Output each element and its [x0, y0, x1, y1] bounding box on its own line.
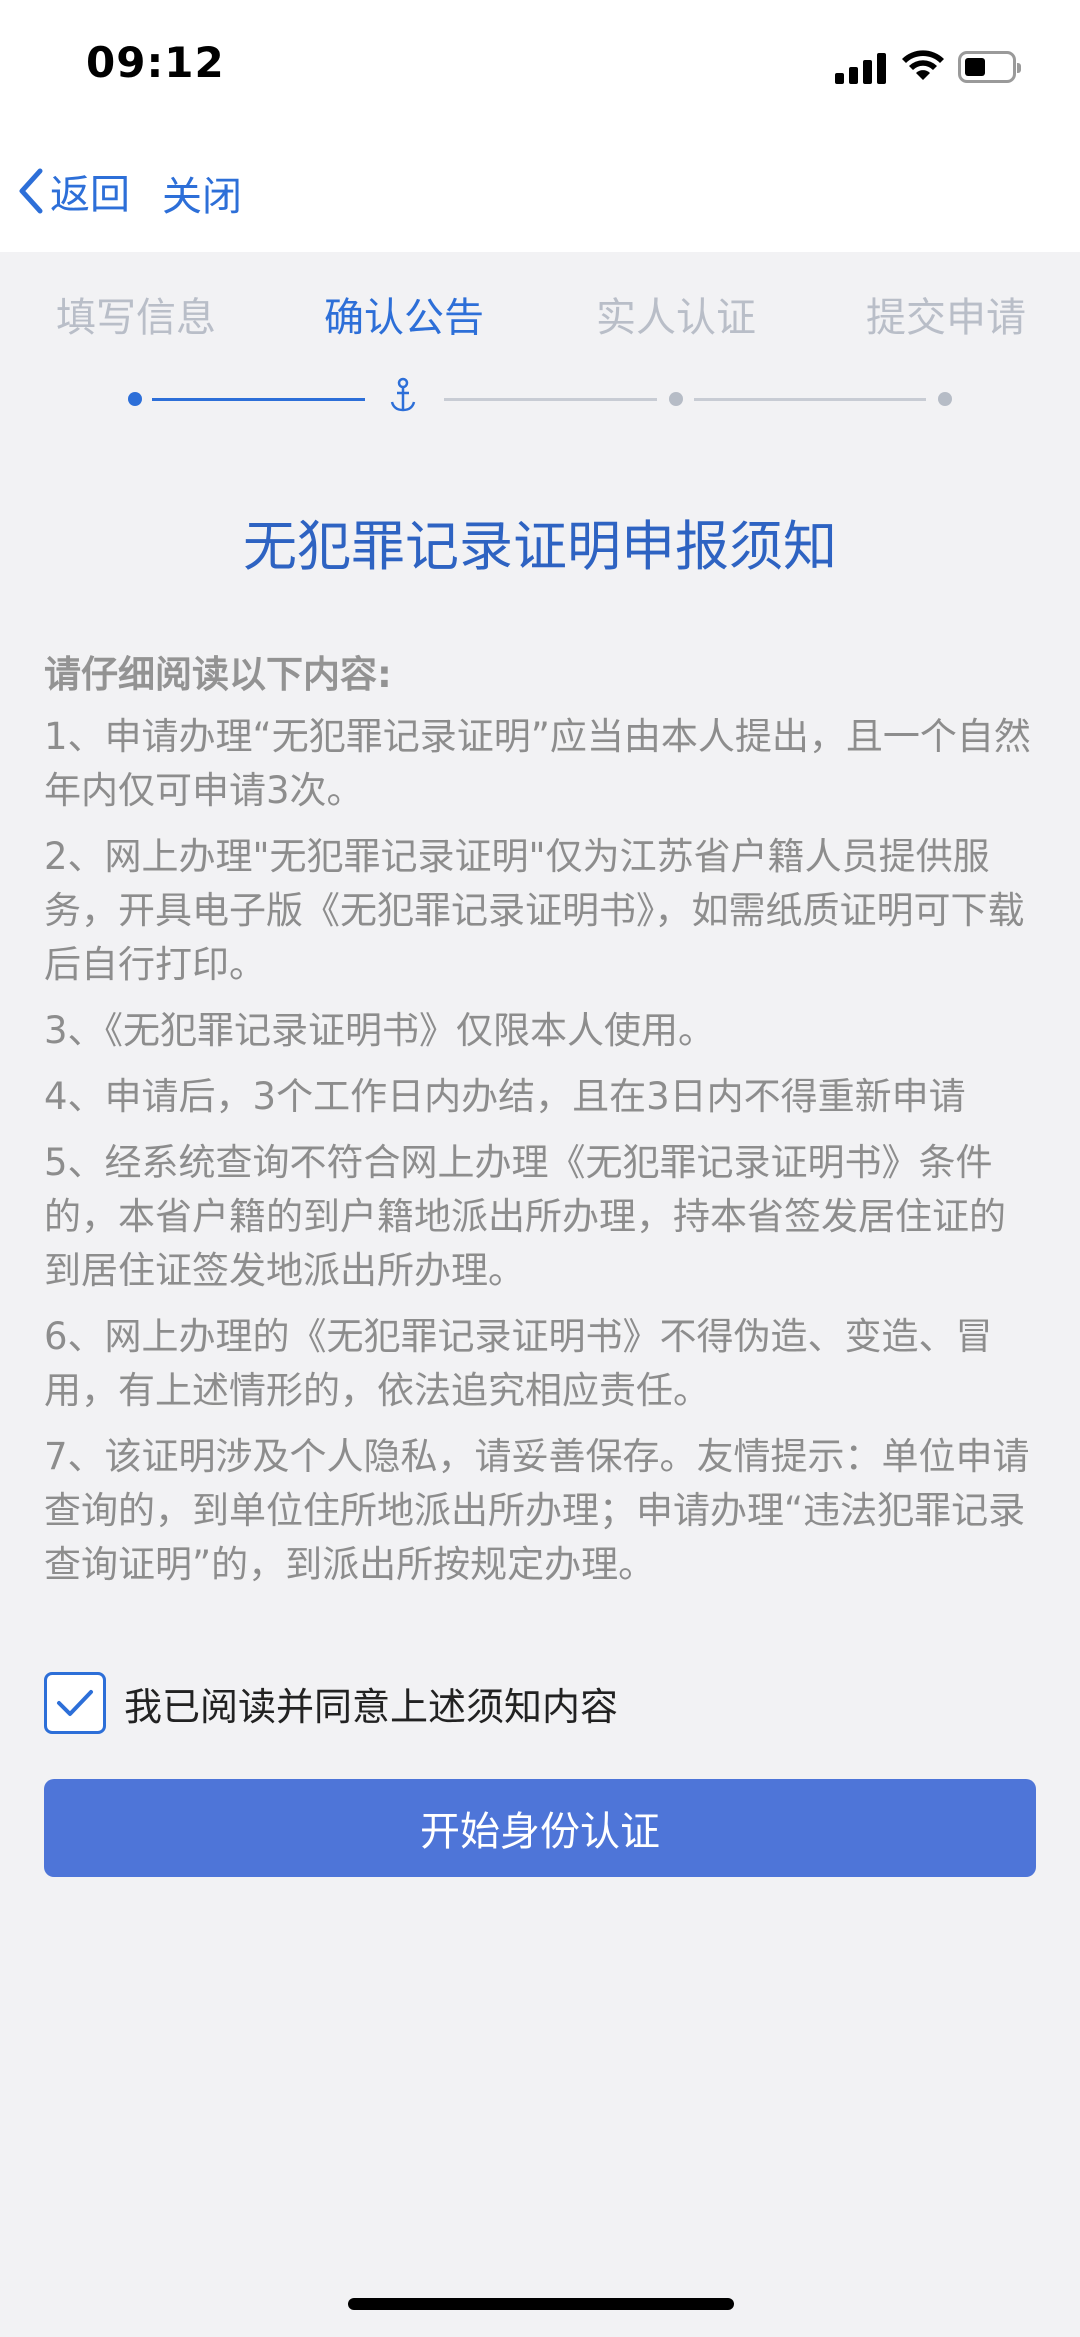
notice-item: 6、网上办理的《无犯罪记录证明书》不得伪造、变造、冒用，有上述情形的，依法追究相…: [44, 1315, 993, 1412]
notice-title: 无犯罪记录证明申报须知: [243, 515, 837, 578]
step-fill-info: 填写信息: [56, 295, 216, 341]
step-dot-4: [938, 392, 952, 406]
anchor-icon: [390, 377, 416, 412]
step-submit-application: 提交申请: [866, 295, 1026, 341]
home-indicator[interactable]: [348, 2298, 734, 2310]
start-identity-verification-button[interactable]: 开始身份认证: [44, 1779, 1036, 1877]
chevron-left-icon: [19, 168, 43, 214]
top-bar: 09:12 返回 关闭: [0, 0, 1080, 252]
notice-item: 1、申请办理“无犯罪记录证明”应当由本人提出，且一个自然年内仅可申请3次。: [44, 715, 1031, 812]
back-label: 返回: [50, 172, 130, 218]
wifi-icon: [902, 50, 944, 80]
notice-content: 请仔细阅读以下内容: 1、申请办理“无犯罪记录证明”应当由本人提出，且一个自然年…: [44, 648, 1040, 1604]
notice-item: 5、经系统查询不符合网上办理《无犯罪记录证明书》条件的，本省户籍的到户籍地派出所…: [44, 1141, 1006, 1292]
back-button[interactable]: 返回: [18, 162, 130, 220]
step-dot-1: [128, 392, 142, 406]
navigation-bar: 返回 关闭: [0, 150, 1080, 230]
notice-item: 3、《无犯罪记录证明书》仅限本人使用。: [44, 1009, 716, 1052]
agreement-label: 我已阅读并同意上述须知内容: [124, 1684, 619, 1729]
notice-item: 7、该证明涉及个人隐私，请妥善保存。友情提示：单位申请查询的，到单位住所地派出所…: [44, 1435, 1030, 1586]
step-real-person-auth: 实人认证: [596, 295, 756, 341]
notice-item: 2、网上办理"无犯罪记录证明"仅为江苏省户籍人员提供服务，开具电子版《无犯罪记录…: [44, 835, 1025, 986]
status-time: 09:12: [86, 38, 225, 87]
agreement-checkbox[interactable]: [44, 1672, 106, 1734]
close-button[interactable]: 关闭: [162, 164, 242, 222]
step-confirm-notice: 确认公告: [324, 295, 484, 341]
step-indicator: 填写信息 确认公告 实人认证 提交申请: [0, 285, 1080, 345]
notice-intro: 请仔细阅读以下内容:: [44, 653, 392, 696]
step-line-1: [152, 398, 365, 401]
agreement-row[interactable]: 我已阅读并同意上述须知内容: [44, 1672, 618, 1734]
step-line-2: [444, 398, 657, 401]
notice-item: 4、申请后，3个工作日内办结，且在3日内不得重新申请: [44, 1075, 966, 1118]
step-line-3: [694, 398, 926, 401]
step-progress-track: [0, 372, 1080, 432]
battery-icon: [958, 51, 1021, 83]
step-dot-3: [669, 392, 683, 406]
checkmark-icon: [57, 1690, 93, 1716]
cellular-signal-icon: [835, 52, 887, 84]
